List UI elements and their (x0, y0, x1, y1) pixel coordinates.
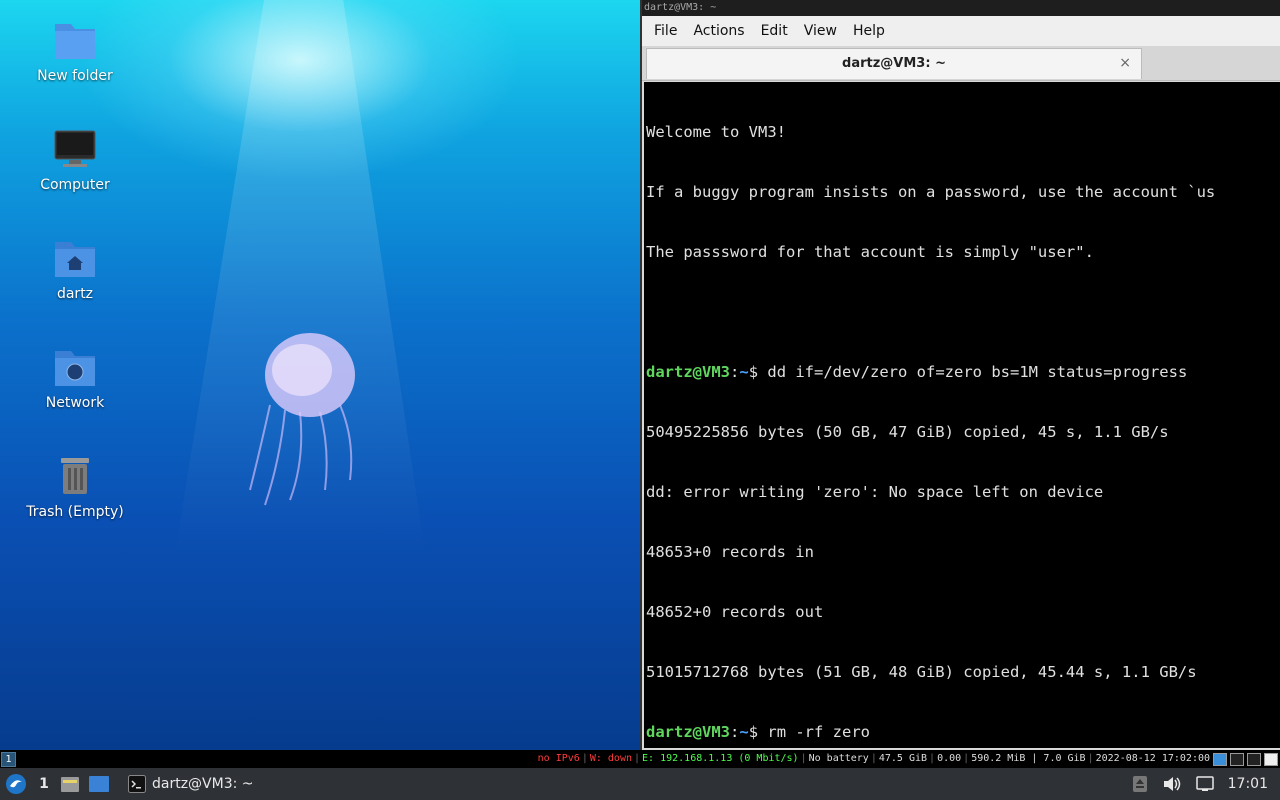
prompt-symbol: $ (748, 363, 768, 381)
tray-icon[interactable] (1247, 753, 1261, 766)
eject-icon[interactable] (1132, 775, 1148, 793)
terminal-command-line: dartz@VM3:~$ rm -rf zero (646, 722, 1280, 742)
close-icon[interactable]: × (1119, 55, 1131, 71)
terminal-line: If a buggy program insists on a password… (646, 183, 1216, 201)
menu-help[interactable]: Help (845, 19, 893, 43)
display-icon[interactable] (1195, 776, 1214, 792)
volume-icon[interactable] (1162, 775, 1182, 793)
status-load: 0.00 (937, 753, 962, 764)
home-folder-icon (55, 242, 95, 277)
trash-icon (61, 458, 89, 494)
file-manager-launcher[interactable] (56, 768, 84, 800)
desktop-icon-home[interactable]: dartz (15, 236, 135, 302)
tray-icon[interactable] (1230, 753, 1244, 766)
status-items: no IPv6 | W: down | E: 192.168.1.13 (0 M… (538, 750, 1266, 768)
desktop-icon-trash[interactable]: Trash (Empty) (15, 454, 135, 520)
desktop-icon-label: Trash (Empty) (26, 504, 124, 520)
menu-bar: File Actions Edit View Help (642, 16, 1280, 46)
workspace-button[interactable]: 1 (32, 768, 56, 800)
status-ethernet: E: 192.168.1.13 (0 Mbit/s) (642, 753, 799, 764)
prompt-symbol: $ (748, 723, 768, 741)
menu-actions[interactable]: Actions (685, 19, 752, 43)
status-memory: 590.2 MiB | 7.0 GiB (971, 753, 1086, 764)
terminal-line: The passsword for that account is simply… (646, 243, 1094, 261)
terminal-output[interactable]: Welcome to VM3! If a buggy program insis… (644, 82, 1280, 748)
status-ipv6: no IPv6 (537, 753, 580, 764)
desktop-icon (89, 776, 109, 792)
tab-title: dartz@VM3: ~ (842, 56, 946, 71)
menu-file[interactable]: File (646, 19, 685, 43)
status-separator: | (800, 753, 807, 764)
status-separator: | (929, 753, 936, 764)
tray-icon[interactable] (1264, 753, 1278, 766)
desktop-icon-new-folder[interactable]: New folder (15, 18, 135, 84)
computer-icon (54, 130, 96, 167)
status-separator: | (581, 753, 588, 764)
terminal-line: dd: error writing 'zero': No space left … (646, 483, 1104, 501)
workspace-indicator[interactable]: 1 (1, 752, 16, 767)
status-wifi: W: down (589, 753, 632, 764)
terminal-line: Welcome to VM3! (646, 123, 786, 141)
jellyfish-image (249, 333, 355, 506)
window-title-bar[interactable]: dartz@VM3: ~ (642, 0, 1280, 16)
terminal-window[interactable]: dartz@VM3: ~ File Actions Edit View Help… (640, 0, 1280, 750)
menu-view[interactable]: View (796, 19, 845, 43)
status-separator: | (963, 753, 970, 764)
system-tray (1213, 753, 1278, 766)
desktop-icon-computer[interactable]: Computer (15, 127, 135, 193)
terminal-line: 51015712768 bytes (51 GB, 48 GiB) copied… (646, 663, 1197, 681)
terminal-icon (128, 775, 146, 793)
start-menu-button[interactable] (0, 768, 32, 800)
clock[interactable]: 17:01 (1228, 776, 1268, 792)
status-battery: No battery (808, 753, 869, 764)
status-disk: 47.5 GiB (878, 753, 928, 764)
status-datetime: 2022-08-12 17:02:00 (1095, 753, 1210, 764)
taskbar-item-terminal[interactable]: dartz@VM3: ~ (120, 775, 262, 793)
status-bar: 1 no IPv6 | W: down | E: 192.168.1.13 (0… (0, 750, 1280, 768)
command-text: dd if=/dev/zero of=zero bs=1M status=pro… (767, 363, 1188, 381)
status-separator: | (1087, 753, 1094, 764)
taskbar-item-label: dartz@VM3: ~ (152, 776, 254, 792)
taskbar: 1 dartz@VM3: ~ 17:01 (0, 768, 1280, 800)
desktop-icon-label: dartz (56, 286, 94, 302)
terminal-line: 48652+0 records out (646, 603, 824, 621)
terminal-tab[interactable]: dartz@VM3: ~ × (646, 48, 1142, 79)
desktop-icon-network[interactable]: Network (15, 345, 135, 411)
show-desktop-button[interactable] (84, 768, 114, 800)
tab-bar: dartz@VM3: ~ × (642, 46, 1280, 81)
tray-icon[interactable] (1213, 753, 1227, 766)
status-separator: | (634, 753, 641, 764)
desktop-icon-label: Network (45, 395, 105, 411)
terminal-line: 50495225856 bytes (50 GB, 47 GiB) copied… (646, 423, 1169, 441)
prompt-user: dartz@VM3 (646, 363, 730, 381)
desktop-icon-label: Computer (40, 177, 110, 193)
taskbar-tray: 17:01 (1132, 768, 1280, 800)
file-manager-icon (61, 777, 79, 792)
status-separator: | (870, 753, 877, 764)
prompt-path: ~ (739, 363, 749, 381)
distro-logo-icon (6, 774, 26, 794)
prompt-path: ~ (739, 723, 749, 741)
prompt-separator: : (730, 723, 740, 741)
terminal-command-line: dartz@VM3:~$ dd if=/dev/zero of=zero bs=… (646, 362, 1280, 382)
command-text: rm -rf zero (767, 723, 871, 741)
folder-icon (55, 24, 95, 59)
network-folder-icon (55, 351, 95, 386)
prompt-separator: : (730, 363, 740, 381)
menu-edit[interactable]: Edit (753, 19, 796, 43)
prompt-user: dartz@VM3 (646, 723, 730, 741)
desktop-icon-label: New folder (37, 68, 113, 84)
terminal-line: 48653+0 records in (646, 543, 814, 561)
